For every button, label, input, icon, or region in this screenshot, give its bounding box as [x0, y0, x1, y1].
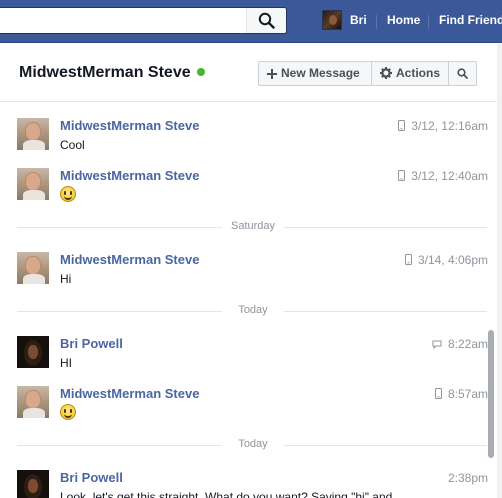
avatar[interactable]: [17, 470, 49, 498]
conversation-title[interactable]: MidwestMerman Steve: [19, 64, 191, 82]
avatar[interactable]: [17, 118, 49, 150]
message-text: Cool: [60, 138, 85, 152]
date-divider: Today: [0, 438, 497, 452]
date-divider: Saturday: [0, 220, 497, 234]
chat-bubble-icon: [432, 340, 442, 349]
message-item: MidwestMerman Steve Hi 3/14, 4:06pm: [0, 252, 497, 298]
search-button[interactable]: [246, 8, 286, 33]
message-sender[interactable]: MidwestMerman Steve: [60, 118, 199, 133]
search-icon: [457, 68, 468, 79]
gear-icon: [380, 67, 392, 79]
message-timestamp: 3/14, 4:06pm: [404, 253, 488, 267]
message-sender[interactable]: MidwestMerman Steve: [60, 252, 199, 267]
message-item: Bri Powell HI 8:22am: [0, 336, 497, 382]
search-conversation-button[interactable]: [448, 61, 477, 86]
mobile-phone-icon: [398, 170, 406, 181]
nav-divider: [428, 15, 429, 29]
avatar[interactable]: [17, 252, 49, 284]
new-message-button[interactable]: New Message: [258, 61, 372, 86]
message-list[interactable]: MidwestMerman Steve Cool 3/12, 12:16am M…: [0, 103, 497, 498]
message-item: MidwestMerman Steve 8:57am: [0, 386, 497, 432]
search-input[interactable]: [0, 8, 236, 33]
mobile-phone-icon: [404, 254, 412, 265]
message-sender[interactable]: Bri Powell: [60, 470, 123, 485]
date-divider-label: Today: [238, 304, 268, 316]
message-item: Bri Powell Look, let's get this straight…: [0, 470, 497, 498]
message-sender[interactable]: MidwestMerman Steve: [60, 386, 199, 401]
new-message-label: New Message: [281, 66, 360, 80]
message-text: Hi: [60, 272, 72, 286]
scrollbar-thumb[interactable]: [488, 330, 494, 458]
date-divider-label: Saturday: [230, 220, 276, 232]
message-timestamp: 8:57am: [434, 387, 488, 401]
nav-divider: [376, 15, 377, 29]
smiley-emoji-icon: [60, 404, 76, 420]
top-navigation-bar: Bri Home Find Friends: [0, 0, 502, 43]
message-item: MidwestMerman Steve Cool 3/12, 12:16am: [0, 118, 497, 164]
scrollbar-track[interactable]: [497, 44, 502, 498]
actions-button[interactable]: Actions: [371, 61, 449, 86]
nav-home-link[interactable]: Home: [387, 13, 420, 27]
actions-label: Actions: [396, 66, 441, 80]
avatar[interactable]: [17, 336, 49, 368]
user-avatar: [322, 10, 342, 30]
date-divider-label: Today: [238, 438, 268, 450]
message-text: Look, let's get this straight. What do y…: [60, 490, 393, 498]
nav-find-friends-link[interactable]: Find Friends: [439, 13, 502, 27]
search-icon: [258, 12, 275, 29]
conversation-header: MidwestMerman Steve New Message Actions: [0, 44, 497, 102]
avatar[interactable]: [17, 168, 49, 200]
message-timestamp: 3/12, 12:40am: [398, 169, 488, 183]
plus-icon: [267, 69, 277, 79]
message-timestamp: 2:38pm: [447, 471, 488, 485]
mobile-phone-icon: [434, 388, 442, 399]
mobile-phone-icon: [398, 120, 406, 131]
message-sender[interactable]: Bri Powell: [60, 336, 123, 351]
message-item: MidwestMerman Steve 3/12, 12:40am: [0, 168, 497, 214]
search-box: [0, 7, 287, 34]
smiley-emoji-icon: [60, 186, 76, 202]
message-timestamp: 3/12, 12:16am: [398, 119, 488, 133]
online-status-icon: [197, 68, 205, 76]
message-text: HI: [60, 356, 72, 370]
date-divider: Today: [0, 304, 497, 318]
user-name: Bri: [350, 13, 367, 27]
message-sender[interactable]: MidwestMerman Steve: [60, 168, 199, 183]
message-timestamp: 8:22am: [432, 337, 488, 351]
avatar[interactable]: [17, 386, 49, 418]
